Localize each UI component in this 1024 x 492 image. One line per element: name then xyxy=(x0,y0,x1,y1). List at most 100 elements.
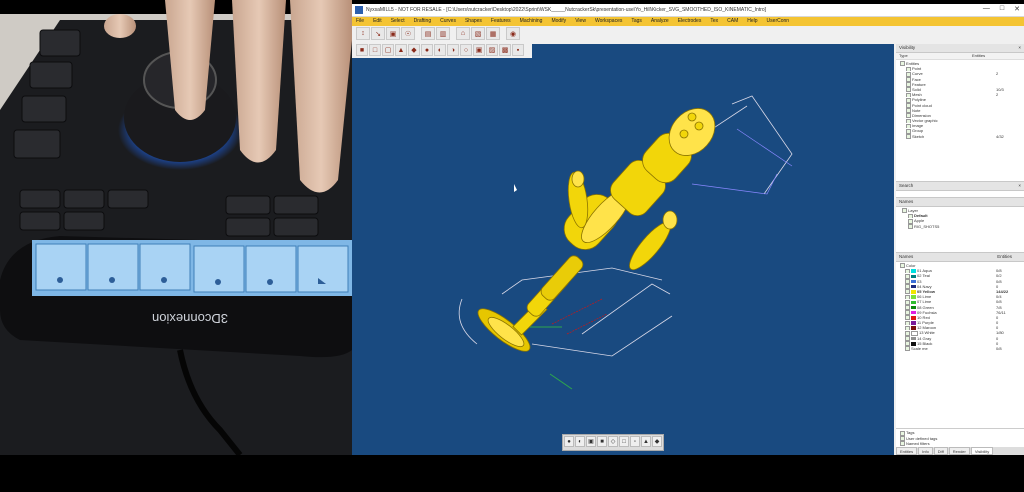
toolbar2-button-6[interactable]: ● xyxy=(421,44,433,56)
title-bar: NyxsaMILL5 - NOT FOR RESALE - [C:\Users\… xyxy=(352,4,1024,17)
menu-userconn[interactable]: UserConn xyxy=(767,17,790,26)
toolbar2-button-13[interactable]: ▪ xyxy=(512,44,524,56)
view-button-shaded[interactable]: ● xyxy=(564,436,574,447)
tags-list: Tags User defined tags Named filters xyxy=(896,428,1024,446)
window-title: NyxsaMILL5 - NOT FOR RESALE - [C:\Users\… xyxy=(366,7,767,13)
view-toolbar: ● ◐ ▣ ■ ◇ □ ▫ ▲ ◆ xyxy=(562,434,664,451)
panel-tabs: Entities Info Diff Render Visibility xyxy=(896,447,1024,455)
toolbar2-button-5[interactable]: ◆ xyxy=(408,44,420,56)
visibility-tree: Entities Point Curve 2 Face Feature Solid… xyxy=(896,60,1024,181)
close-button[interactable]: ✕ xyxy=(1014,5,1020,13)
tab-diff[interactable]: Diff xyxy=(933,447,948,455)
visibility-panel-header: Visibility × xyxy=(896,44,1024,53)
layers-panel-title: Names xyxy=(899,199,914,204)
view-button-7[interactable]: ▫ xyxy=(630,436,640,447)
menu-analyze[interactable]: Analyze xyxy=(651,17,669,26)
device-photo: 3Dconnexion xyxy=(0,0,352,455)
toolbar-button-2[interactable]: ↘ xyxy=(371,27,385,40)
menu-file[interactable]: File xyxy=(356,17,364,26)
3d-viewport[interactable]: ● ◐ ▣ ■ ◇ □ ▫ ▲ ◆ xyxy=(352,44,894,455)
secondary-toolbar: ■ □ ▢ ▲ ◆ ● ◐ ◑ ○ ▣ ▨ ▩ ▪ xyxy=(352,44,532,58)
right-panel: Visibility × Type Entities Entities Poin… xyxy=(896,44,1024,455)
column-type[interactable]: Type xyxy=(896,53,969,59)
menu-cam[interactable]: CAM xyxy=(727,17,738,26)
lcd-display xyxy=(32,240,352,296)
model-view xyxy=(458,95,793,390)
toolbar-button-10[interactable]: ◉ xyxy=(506,27,520,40)
menu-workspaces[interactable]: Workspaces xyxy=(595,17,622,26)
toolbar-button-8[interactable]: ▧ xyxy=(471,27,485,40)
menu-drafting[interactable]: Drafting xyxy=(414,17,432,26)
mouse-cursor-icon xyxy=(514,184,517,192)
dimension-lines xyxy=(458,95,793,357)
colors-entities-label: Entities xyxy=(997,254,1012,259)
video-letterbox-bar xyxy=(0,455,1024,492)
menu-curves[interactable]: Curves xyxy=(440,17,456,26)
menu-select[interactable]: Select xyxy=(391,17,405,26)
menu-features[interactable]: Features xyxy=(491,17,511,26)
visibility-column-header: Type Entities xyxy=(896,53,1024,60)
view-button-4[interactable]: ■ xyxy=(597,436,607,447)
column-entities[interactable]: Entities xyxy=(969,53,985,59)
toolbar2-button-10[interactable]: ▣ xyxy=(473,44,485,56)
menu-modify[interactable]: Modify xyxy=(551,17,566,26)
color-row[interactable]: Scale me 0/8 xyxy=(900,346,1024,352)
close-icon[interactable]: × xyxy=(1018,182,1021,190)
view-button-9[interactable]: ◆ xyxy=(652,436,662,447)
view-button-3[interactable]: ▣ xyxy=(586,436,596,447)
colors-list: Color 01 Aqua 0/8 02 Teal 0/2 03 0/8 04 Nav… xyxy=(896,262,1024,352)
toolbar-button-7[interactable]: ⌂ xyxy=(456,27,470,40)
colors-panel-title: Names xyxy=(899,254,914,259)
toolbar2-button-12[interactable]: ▩ xyxy=(499,44,511,56)
device-brand-logo: 3Dconnexion xyxy=(152,311,228,326)
colors-panel-header: Names Entities xyxy=(896,252,1024,262)
toolbar2-button-3[interactable]: ▢ xyxy=(382,44,394,56)
menu-electrodes[interactable]: Electrodes xyxy=(678,17,702,26)
toolbar-button-4[interactable]: ☉ xyxy=(401,27,415,40)
menu-help[interactable]: Help xyxy=(747,17,757,26)
minimize-button[interactable]: — xyxy=(983,5,990,13)
toolbar2-button-8[interactable]: ◑ xyxy=(447,44,459,56)
menu-tex[interactable]: Tex xyxy=(710,17,718,26)
nutcracker-3d-model xyxy=(477,108,716,352)
camera-video-feed: 3Dconnexion xyxy=(0,0,352,455)
toolbar2-button-11[interactable]: ▨ xyxy=(486,44,498,56)
toolbar2-button-9[interactable]: ○ xyxy=(460,44,472,56)
app-icon xyxy=(355,6,363,14)
view-button-wire[interactable]: ◐ xyxy=(575,436,585,447)
menu-view[interactable]: View xyxy=(575,17,586,26)
menu-machining[interactable]: Machining xyxy=(520,17,543,26)
tab-render[interactable]: Render xyxy=(948,447,970,455)
main-toolbar: ↕ ↘ ▣ ☉ ▤ ▥ ⌂ ▧ ▦ ◉ xyxy=(352,27,897,43)
toolbar-button-9[interactable]: ▦ xyxy=(486,27,500,40)
close-icon[interactable]: × xyxy=(1018,44,1021,52)
toolbar2-button-2[interactable]: □ xyxy=(369,44,381,56)
toolbar-button-6[interactable]: ▥ xyxy=(436,27,450,40)
search-panel-header: Search × xyxy=(896,181,1024,191)
tag-item[interactable]: Named filters xyxy=(900,441,1024,446)
toolbar2-button-7[interactable]: ◐ xyxy=(434,44,446,56)
toolbar2-button-4[interactable]: ▲ xyxy=(395,44,407,56)
view-button-6[interactable]: □ xyxy=(619,436,629,447)
view-button-5[interactable]: ◇ xyxy=(608,436,618,447)
menu-bar: File Edit Select Drafting Curves Shapes … xyxy=(352,17,1024,26)
cad-application-window: NyxsaMILL5 - NOT FOR RESALE - [C:\Users\… xyxy=(352,4,1024,455)
tab-visibility[interactable]: Visibility xyxy=(970,447,994,455)
tab-info[interactable]: Info xyxy=(918,447,933,455)
tree-row[interactable]: Sketch 4/32 xyxy=(900,134,1024,139)
toolbar-button-3[interactable]: ▣ xyxy=(386,27,400,40)
layer-item[interactable]: RIG_SHOTS5 xyxy=(902,224,1024,229)
visibility-panel-title: Visibility xyxy=(899,45,916,50)
search-panel-title: Search xyxy=(899,183,914,188)
layers-list: Layer Default Apple RIG_SHOTS5 xyxy=(896,207,1024,252)
menu-tags[interactable]: Tags xyxy=(631,17,642,26)
toolbar-button-5[interactable]: ▤ xyxy=(421,27,435,40)
layers-panel-header: Names xyxy=(896,197,1024,207)
view-button-8[interactable]: ▲ xyxy=(641,436,651,447)
menu-edit[interactable]: Edit xyxy=(373,17,382,26)
maximize-button[interactable]: □ xyxy=(1000,5,1004,13)
toolbar-button-1[interactable]: ↕ xyxy=(356,27,370,40)
toolbar2-button-1[interactable]: ■ xyxy=(356,44,368,56)
tab-entities[interactable]: Entities xyxy=(896,447,918,455)
menu-shapes[interactable]: Shapes xyxy=(465,17,482,26)
